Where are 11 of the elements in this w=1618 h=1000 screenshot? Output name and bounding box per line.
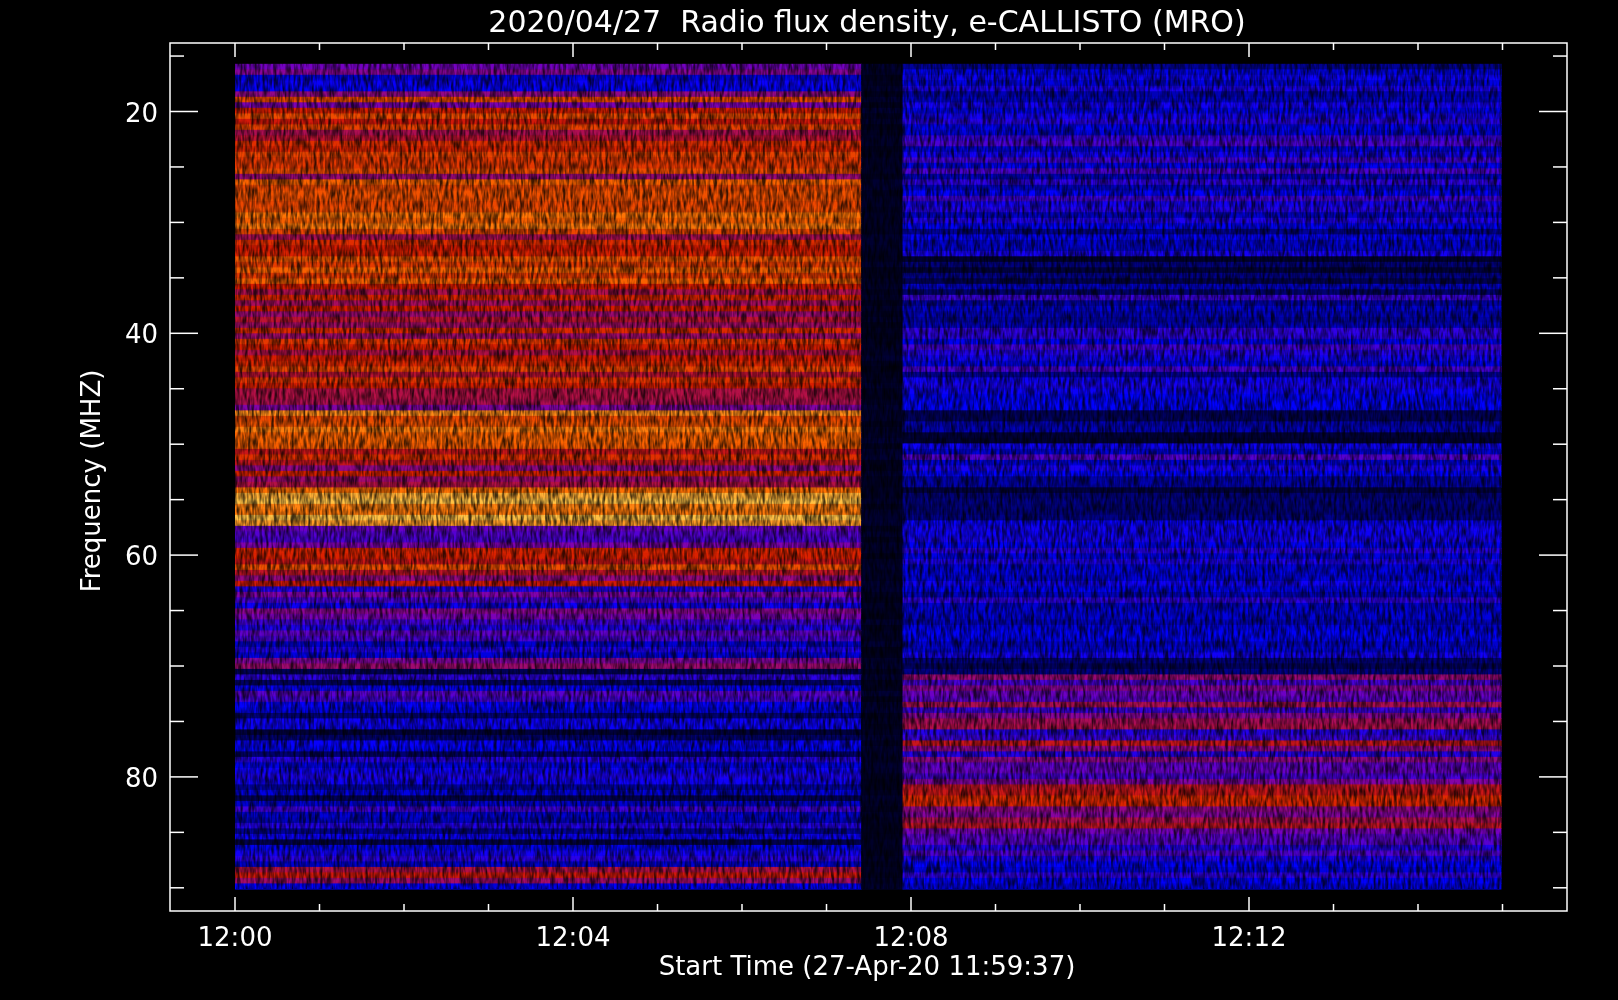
y-tick-label: 40 xyxy=(124,319,158,350)
x-tick-label: 12:00 xyxy=(197,922,273,952)
y-tick-label: 80 xyxy=(124,762,158,793)
y-tick-label: 60 xyxy=(124,541,158,572)
y-tick-label: 20 xyxy=(124,97,158,128)
x-tick-label: 12:04 xyxy=(535,922,611,952)
y-axis-label: Frequency (MHZ) xyxy=(76,369,106,593)
x-tick-label: 12:08 xyxy=(873,922,949,952)
chart-title: 2020/04/27 Radio flux density, e-CALLISTO (MRO) xyxy=(488,4,1246,39)
x-tick-label: 12:12 xyxy=(1211,922,1287,952)
x-axis-label: Start Time (27-Apr-20 11:59:37) xyxy=(658,951,1076,981)
